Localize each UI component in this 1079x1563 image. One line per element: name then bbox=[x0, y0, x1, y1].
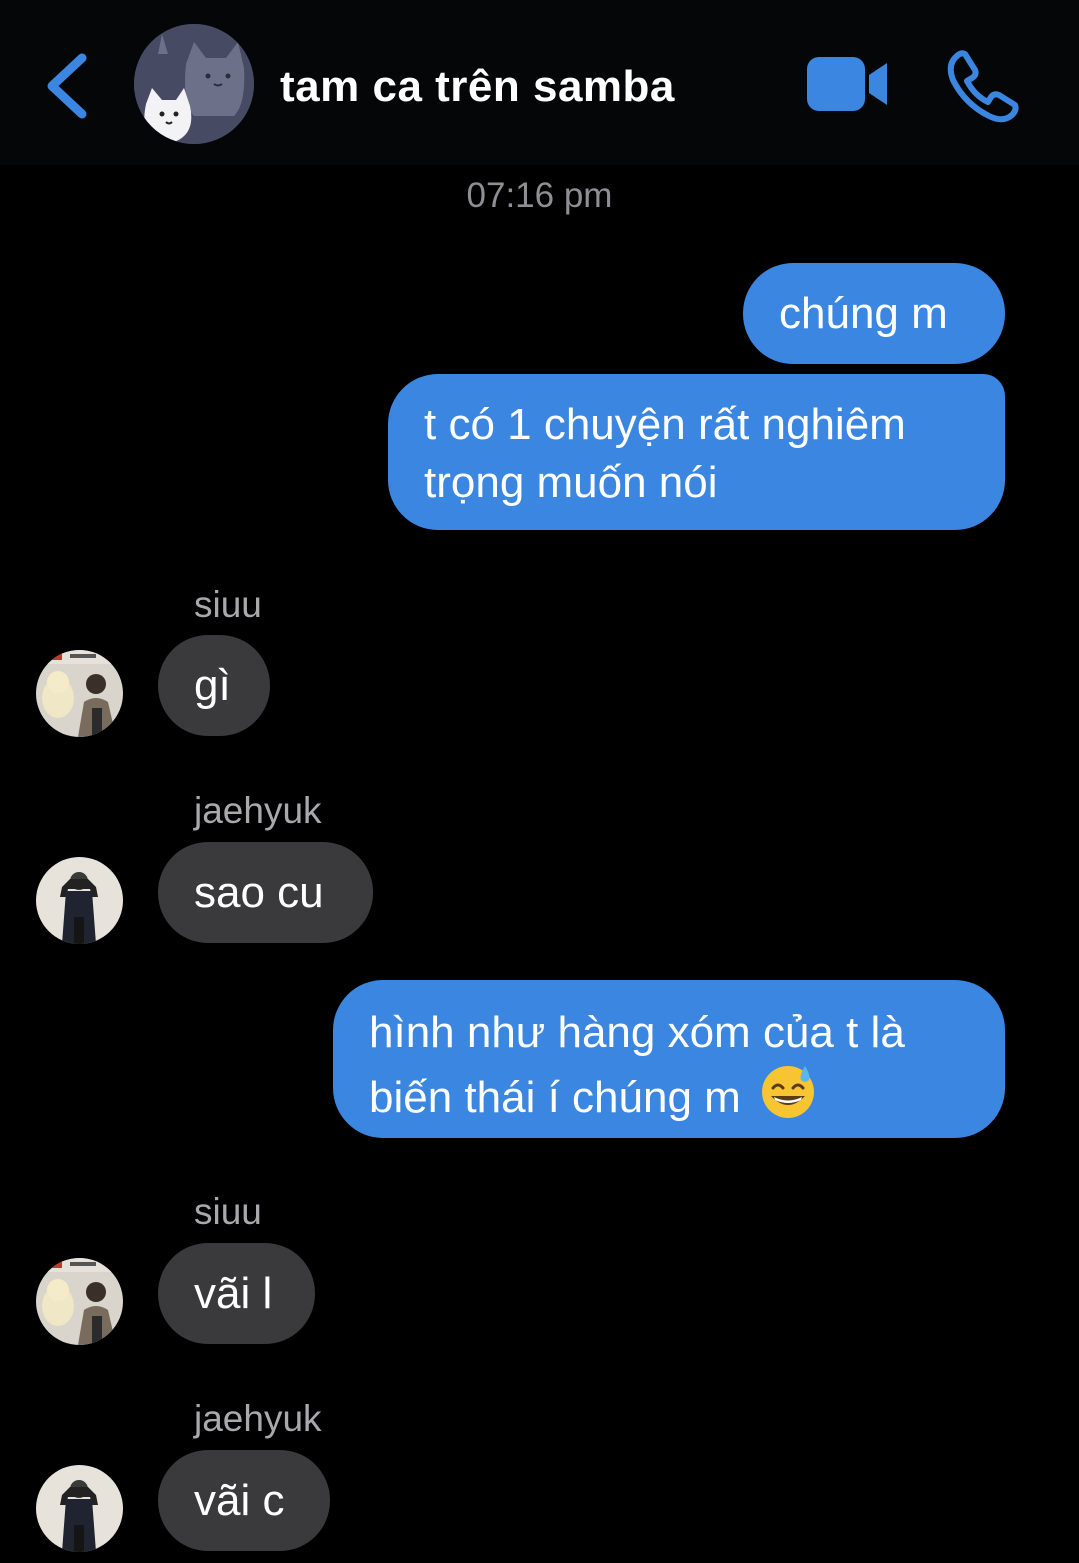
sender-name: jaehyuk bbox=[194, 790, 322, 831]
message-text: vãi l bbox=[194, 1269, 273, 1318]
video-call-button[interactable] bbox=[805, 55, 890, 113]
cat-avatar-image bbox=[134, 24, 254, 144]
grinning-sweat-emoji-icon bbox=[762, 1066, 815, 1118]
message-text: gì bbox=[194, 661, 231, 710]
back-button[interactable] bbox=[40, 50, 100, 120]
avatar[interactable] bbox=[36, 1258, 123, 1345]
avatar[interactable] bbox=[36, 650, 123, 737]
message-text: vãi c bbox=[194, 1476, 285, 1525]
phone-icon bbox=[947, 50, 1019, 123]
avatar[interactable] bbox=[36, 1465, 123, 1552]
message-text: chúng m bbox=[779, 289, 948, 338]
jaehyuk-avatar-photo bbox=[36, 1465, 123, 1552]
message-text: hình như hàng xóm của t là biến thái í c… bbox=[369, 1008, 905, 1122]
chat-title[interactable]: tam ca trên samba bbox=[280, 62, 675, 112]
incoming-message-bubble[interactable]: vãi c bbox=[158, 1450, 330, 1551]
sender-name: siuu bbox=[194, 1191, 262, 1232]
message-timestamp: 07:16 pm bbox=[466, 176, 613, 215]
message-text: sao cu bbox=[194, 868, 324, 917]
video-camera-icon bbox=[807, 57, 887, 111]
sender-name: jaehyuk bbox=[194, 1398, 322, 1439]
siuu-avatar-photo bbox=[36, 650, 123, 737]
sender-name: siuu bbox=[194, 584, 262, 625]
jaehyuk-avatar-photo bbox=[36, 857, 123, 944]
outgoing-message-bubble[interactable]: hình như hàng xóm của t là biến thái í c… bbox=[333, 980, 1005, 1138]
chat-header: tam ca trên samba bbox=[0, 0, 1079, 165]
outgoing-message-bubble[interactable]: chúng m bbox=[743, 263, 1005, 364]
siuu-avatar-photo bbox=[36, 1258, 123, 1345]
incoming-message-bubble[interactable]: gì bbox=[158, 635, 270, 736]
message-text: t có 1 chuyện rất nghiêm trọng muốn nói bbox=[424, 400, 906, 507]
voice-call-button[interactable] bbox=[945, 48, 1020, 123]
incoming-message-bubble[interactable]: sao cu bbox=[158, 842, 373, 943]
group-avatar[interactable] bbox=[134, 24, 254, 144]
incoming-message-bubble[interactable]: vãi l bbox=[158, 1243, 315, 1344]
chevron-left-icon bbox=[47, 53, 87, 119]
avatar[interactable] bbox=[36, 857, 123, 944]
outgoing-message-bubble[interactable]: t có 1 chuyện rất nghiêm trọng muốn nói bbox=[388, 374, 1005, 530]
